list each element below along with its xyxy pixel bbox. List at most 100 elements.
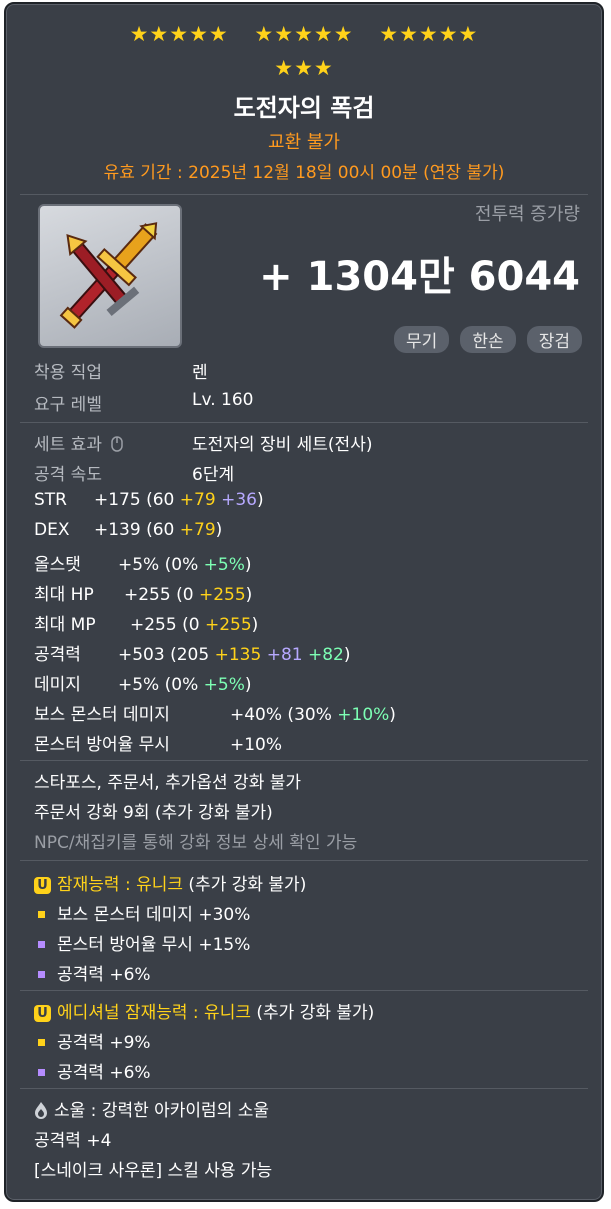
stat-close: ): [244, 555, 252, 575]
scroll-note: 주문서 강화 9회 (추가 강화 불가): [34, 803, 273, 823]
stat-extra-bonus: +10%: [337, 705, 390, 725]
stat-flame-bonus: +135: [214, 645, 262, 665]
stat-close: ): [245, 585, 253, 605]
starforce-row-1: ★★★★★ ★★★★★ ★★★★★: [6, 22, 602, 46]
stat-name: 보스 몬스터 데미지: [34, 705, 170, 725]
stat-total: +255: [130, 615, 177, 635]
potential-line: 보스 몬스터 데미지 +30%: [34, 900, 250, 925]
stat-name: DEX: [34, 520, 70, 540]
tag-sword: 장검: [526, 326, 582, 353]
stat-extra-bonus: +5%: [203, 555, 245, 575]
stat-scroll-bonus: +36: [215, 490, 257, 510]
mouse-icon: [111, 436, 124, 452]
stat-base: (0%: [159, 555, 204, 575]
item-tags: 무기 한손 장검: [388, 326, 582, 353]
set-effect-label: 세트 효과: [34, 435, 102, 455]
divider: [20, 760, 588, 761]
sword-icon: [59, 222, 158, 329]
stat-flame-bonus: +79: [179, 520, 216, 540]
divider: [20, 990, 588, 991]
stat-total: +139: [94, 520, 141, 540]
stat-name: 올스탯: [34, 555, 81, 575]
stat-flame-bonus: +79: [179, 490, 216, 510]
soul-skill: [스네이크 사우론] 스킬 사용 가능: [34, 1161, 273, 1181]
additional-potential-line: 공격력 +9%: [34, 1028, 151, 1053]
stat-row: DEX +139 (60 +79): [34, 520, 222, 540]
stat-total: +255: [124, 585, 171, 605]
bullet-icon: [38, 970, 45, 978]
stat-total: +10%: [230, 735, 283, 755]
stat-total: +175: [94, 490, 141, 510]
stat-name: 최대 HP: [34, 585, 94, 605]
req-level-label: 요구 레벨: [34, 395, 102, 415]
additional-potential-suffix: (추가 강화 불가): [250, 1003, 375, 1023]
stat-flame-bonus: +255: [198, 585, 246, 605]
attack-speed-row: 공격 속도 6단계: [34, 460, 234, 485]
req-job-row: 착용 직업 렌: [34, 358, 208, 383]
star-group: ★★★★★: [129, 22, 229, 46]
stat-name: 공격력: [34, 645, 81, 665]
set-effect-value: 도전자의 장비 세트(전사): [192, 435, 373, 455]
potential-suffix: (추가 강화 불가): [183, 875, 307, 895]
stat-name: 최대 MP: [34, 615, 96, 635]
unique-grade-icon: U: [34, 877, 51, 894]
req-job-value: 렌: [192, 363, 208, 383]
bullet-icon: [38, 1068, 45, 1076]
expire-date: 유효 기간 : 2025년 12월 18일 00시 00분 (연장 불가): [103, 163, 505, 183]
potential-line-text: 몬스터 방어율 무시 +15%: [57, 935, 251, 955]
set-effect-row: 세트 효과 도전자의 장비 세트(전사): [34, 430, 372, 455]
soul-header: 소울 : 강력한 아카이럼의 소울: [34, 1096, 269, 1121]
potential-line: 몬스터 방어율 무시 +15%: [34, 930, 250, 955]
stat-flame-bonus: +255: [204, 615, 252, 635]
stat-row: STR +175 (60 +79 +36): [34, 490, 264, 510]
stat-close: ): [251, 615, 259, 635]
stat-extra-bonus: +82: [302, 645, 344, 665]
stat-close: ): [215, 520, 223, 540]
req-level-value: Lv. 160: [192, 390, 254, 410]
additional-potential-line: 공격력 +6%: [34, 1058, 151, 1083]
attack-speed-value: 6단계: [192, 465, 235, 485]
tag-one-hand: 한손: [460, 326, 516, 353]
stat-total: +40%: [230, 705, 283, 725]
stat-row: 최대 MP +255 (0 +255): [34, 610, 258, 635]
stat-close: ): [256, 490, 264, 510]
stat-close: ): [389, 705, 396, 725]
stat-row: 최대 HP +255 (0 +255): [34, 580, 252, 605]
star-group: ★★★: [274, 56, 334, 80]
stat-row: 몬스터 방어율 무시 +10%: [34, 730, 282, 755]
divider: [20, 194, 588, 195]
stat-extra-bonus: +5%: [203, 675, 245, 695]
stat-name: 데미지: [34, 675, 81, 695]
additional-potential-title: 에디셔널 잠재능력 : 유니크: [57, 1003, 251, 1023]
soul-flame-icon: [35, 1102, 47, 1119]
potential-line: 공격력 +6%: [34, 960, 151, 985]
combat-power-label: 전투력 증가량: [474, 204, 580, 225]
additional-potential-header: U 에디셔널 잠재능력 : 유니크 (추가 강화 불가): [34, 998, 374, 1023]
unique-grade-icon: U: [34, 1005, 51, 1022]
stat-base: (0: [176, 615, 205, 635]
req-level-row: 요구 레벨 Lv. 160: [34, 390, 253, 415]
bullet-icon: [38, 1038, 45, 1046]
divider: [20, 860, 588, 861]
stat-base: (60: [140, 490, 180, 510]
tag-weapon: 무기: [393, 326, 450, 353]
item-tooltip: ★★★★★ ★★★★★ ★★★★★ ★★★ 도전자의 폭검 교환 불가 유효 기…: [4, 2, 604, 1202]
item-name: 도전자의 폭검: [233, 94, 375, 122]
star-group: ★★★★★: [254, 22, 354, 46]
potential-header: U 잠재능력 : 유니크 (추가 강화 불가): [34, 870, 306, 895]
stat-row: 올스탯 +5% (0% +5%): [34, 550, 252, 575]
divider: [20, 422, 588, 423]
stat-scroll-bonus: +81: [261, 645, 303, 665]
stat-close: ): [244, 675, 252, 695]
divider: [20, 1088, 588, 1089]
stat-row: 공격력 +503 (205 +135 +81 +82): [34, 640, 351, 665]
stat-row: 보스 몬스터 데미지 +40% (30% +10%): [34, 700, 396, 725]
potential-line-text: 보스 몬스터 데미지 +30%: [57, 905, 251, 925]
stat-base: (0: [170, 585, 199, 605]
req-job-label: 착용 직업: [34, 363, 102, 383]
bullet-icon: [38, 940, 45, 948]
attack-speed-label: 공격 속도: [34, 465, 102, 485]
stat-base: (205: [164, 645, 215, 665]
stat-total: +5%: [118, 675, 160, 695]
npc-note: NPC/채집키를 통해 강화 정보 상세 확인 가능: [34, 833, 358, 853]
